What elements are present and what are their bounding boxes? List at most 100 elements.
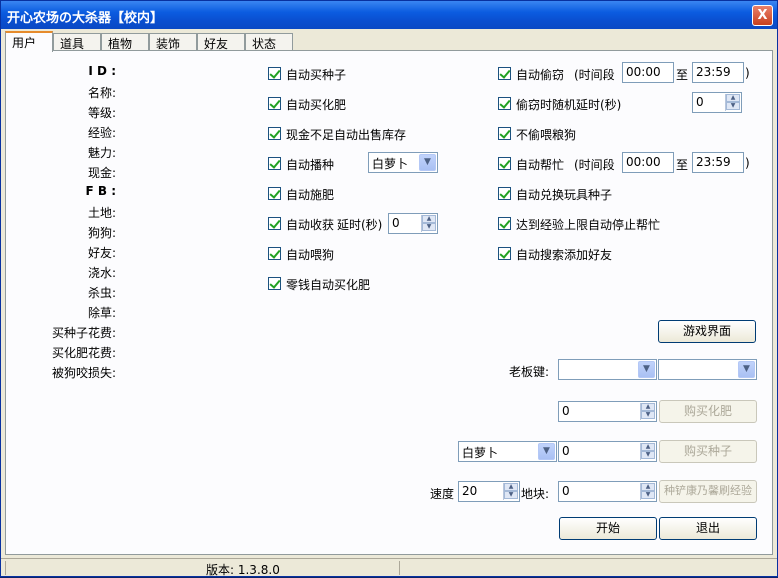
start-button[interactable]: 开始 xyxy=(559,517,657,540)
exp-carnation-button[interactable]: 种铲康乃馨刷经验 xyxy=(659,480,757,503)
checkbox-buy-fertilizer[interactable] xyxy=(268,97,281,110)
steal-delay-value: 0 xyxy=(696,95,704,109)
label-fb: F B : xyxy=(85,184,117,198)
tab-decor[interactable]: 装饰 xyxy=(149,33,197,51)
checkbox-auto-steal[interactable] xyxy=(498,67,511,80)
sow-seed-value: 白萝卜 xyxy=(372,157,409,171)
plot-value: 0 xyxy=(562,484,570,498)
label-exp: 经验: xyxy=(87,126,116,140)
help-from-input[interactable]: 00:00 xyxy=(622,152,674,173)
down-arrow-icon[interactable]: ▼ xyxy=(726,102,740,110)
window-title: 开心农场の大杀器【校内】 xyxy=(7,11,164,26)
chevron-down-icon[interactable]: ▼ xyxy=(738,361,755,378)
spinner[interactable]: ▲ ▼ xyxy=(725,94,740,111)
label-dog: 狗狗: xyxy=(87,226,116,240)
stop-help-exp-label: 达到经验上限自动停止帮忙 xyxy=(516,218,661,232)
checkbox-auto-help[interactable] xyxy=(498,157,511,170)
spinner[interactable]: ▲ ▼ xyxy=(640,403,655,420)
up-arrow-icon[interactable]: ▲ xyxy=(641,403,655,411)
sow-seed-select[interactable]: 白萝卜 ▼ xyxy=(368,152,438,173)
down-arrow-icon[interactable]: ▼ xyxy=(641,491,655,499)
checkbox-small-change[interactable] xyxy=(268,277,281,290)
checkbox-feed-dog[interactable] xyxy=(268,247,281,260)
speed-label: 速度 xyxy=(430,487,455,501)
seed-qty-stepper[interactable]: 0 ▲ ▼ xyxy=(558,441,657,462)
steal-to-input[interactable]: 23:59 xyxy=(692,62,744,83)
help-period-label: (时间段 xyxy=(574,158,615,172)
tab-status[interactable]: 状态 xyxy=(245,33,293,51)
close-button[interactable]: X xyxy=(752,5,773,26)
seed-qty-value: 0 xyxy=(562,444,570,458)
auto-fertilize-label: 自动施肥 xyxy=(286,188,335,202)
tab-plants[interactable]: 植物 xyxy=(101,33,149,51)
status-separator xyxy=(399,561,400,575)
title-bar[interactable]: 开心农场の大杀器【校内】 X xyxy=(1,1,777,29)
checkbox-auto-sow[interactable] xyxy=(268,157,281,170)
boss-key-modifier-select[interactable]: ▼ xyxy=(558,359,657,380)
checkbox-buy-seed[interactable] xyxy=(268,67,281,80)
sell-when-low-label: 现金不足自动出售库存 xyxy=(286,128,407,142)
plot-stepper[interactable]: 0 ▲ ▼ xyxy=(558,481,657,502)
auto-steal-label: 自动偷窃 xyxy=(516,68,565,82)
chevron-down-icon[interactable]: ▼ xyxy=(419,154,436,171)
label-id: I D : xyxy=(88,64,116,78)
up-arrow-icon[interactable]: ▲ xyxy=(641,443,655,451)
auto-add-friend-label: 自动搜索添加好友 xyxy=(516,248,613,262)
spinner[interactable]: ▲ ▼ xyxy=(421,215,436,232)
down-arrow-icon[interactable]: ▼ xyxy=(641,451,655,459)
up-arrow-icon[interactable]: ▲ xyxy=(422,215,436,223)
main-window: 开心农场の大杀器【校内】 X 用户 道具 植物 装饰 好友 状态 I D : 名… xyxy=(0,0,778,577)
checkbox-exchange-toy-seed[interactable] xyxy=(498,187,511,200)
harvest-delay-stepper[interactable]: 0 ▲ ▼ xyxy=(388,213,438,234)
exit-button[interactable]: 退出 xyxy=(659,517,757,540)
checkbox-steal-random-delay[interactable] xyxy=(498,97,511,110)
chevron-down-icon[interactable]: ▼ xyxy=(538,443,555,460)
steal-from-input[interactable]: 00:00 xyxy=(622,62,674,83)
down-arrow-icon[interactable]: ▼ xyxy=(641,411,655,419)
speed-stepper[interactable]: 20 ▲ ▼ xyxy=(458,481,520,502)
fertilizer-qty-stepper[interactable]: 0 ▲ ▼ xyxy=(558,401,657,422)
up-arrow-icon[interactable]: ▲ xyxy=(504,483,518,491)
tab-user[interactable]: 用户 xyxy=(5,31,53,52)
plot-label: 地块: xyxy=(521,487,550,501)
spinner[interactable]: ▲ ▼ xyxy=(640,443,655,460)
steal-to-label: 至 xyxy=(676,68,689,82)
checkbox-stop-help-exp[interactable] xyxy=(498,217,511,230)
help-to-input[interactable]: 23:59 xyxy=(692,152,744,173)
buy-fertilizer-button[interactable]: 购买化肥 xyxy=(659,400,757,423)
checkbox-auto-harvest[interactable] xyxy=(268,217,281,230)
chevron-down-icon[interactable]: ▼ xyxy=(638,361,655,378)
fertilizer-qty-value: 0 xyxy=(562,404,570,418)
up-arrow-icon[interactable]: ▲ xyxy=(641,483,655,491)
buy-seed-label: 自动买种子 xyxy=(286,68,347,82)
tab-friends[interactable]: 好友 xyxy=(197,33,245,51)
steal-delay-stepper[interactable]: 0 ▲ ▼ xyxy=(692,92,742,113)
label-seed-cost: 买种子花费: xyxy=(51,326,116,340)
spinner[interactable]: ▲ ▼ xyxy=(640,483,655,500)
boss-key-key-select[interactable]: ▼ xyxy=(658,359,757,380)
seed-select[interactable]: 白萝卜 ▼ xyxy=(458,441,557,462)
tab-items[interactable]: 道具 xyxy=(53,33,101,51)
checkbox-auto-fertilize[interactable] xyxy=(268,187,281,200)
seed-select-value: 白萝卜 xyxy=(462,446,499,460)
auto-harvest-label: 自动收获 xyxy=(286,218,335,232)
boss-key-label: 老板键: xyxy=(509,365,550,379)
down-arrow-icon[interactable]: ▼ xyxy=(504,491,518,499)
auto-sow-label: 自动播种 xyxy=(286,158,335,172)
label-level: 等级: xyxy=(87,106,116,120)
checkbox-no-steal-dogfood[interactable] xyxy=(498,127,511,140)
label-water: 浇水: xyxy=(87,266,116,280)
game-ui-button[interactable]: 游戏界面 xyxy=(658,320,756,343)
label-name: 名称: xyxy=(87,86,116,100)
down-arrow-icon[interactable]: ▼ xyxy=(422,223,436,231)
version-text: 版本: 1.3.8.0 xyxy=(206,563,280,577)
up-arrow-icon[interactable]: ▲ xyxy=(726,94,740,102)
help-to-label: 至 xyxy=(676,158,689,172)
label-weed: 除草: xyxy=(87,306,116,320)
checkbox-sell-when-low[interactable] xyxy=(268,127,281,140)
label-land: 土地: xyxy=(87,206,116,220)
spinner[interactable]: ▲ ▼ xyxy=(503,483,518,500)
buy-seed-button[interactable]: 购买种子 xyxy=(659,440,757,463)
no-steal-dogfood-label: 不偷喂粮狗 xyxy=(516,128,577,142)
checkbox-auto-add-friend[interactable] xyxy=(498,247,511,260)
